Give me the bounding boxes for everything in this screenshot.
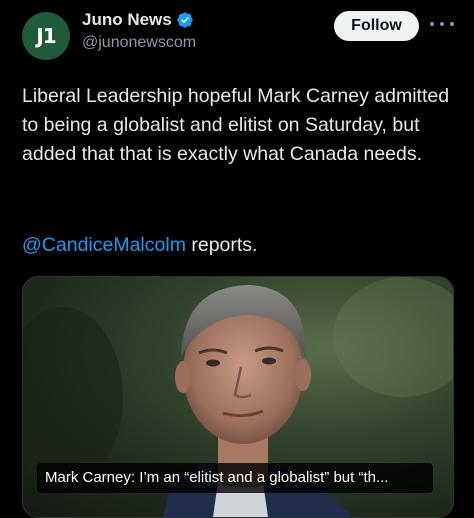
media-video[interactable]: Mark Carney: I’m an “elitist and a globa…	[22, 276, 454, 518]
video-caption: Mark Carney: I’m an “elitist and a globa…	[37, 463, 433, 493]
tweet-header: J1 Juno News @junonewscom Follow	[0, 0, 474, 70]
avatar-logo: J1	[36, 24, 56, 48]
verified-badge-icon	[177, 12, 193, 28]
more-options-icon[interactable]	[430, 14, 454, 34]
dot	[440, 22, 444, 26]
mention-suffix: reports.	[185, 234, 258, 256]
dot	[450, 22, 454, 26]
mention-line: @CandiceMalcolm reports.	[22, 231, 257, 260]
avatar[interactable]: J1	[22, 12, 70, 60]
display-name[interactable]: Juno News	[82, 10, 172, 30]
handle[interactable]: @junonewscom	[82, 34, 196, 52]
author-block[interactable]: Juno News @junonewscom	[82, 10, 196, 52]
follow-button[interactable]: Follow	[334, 11, 419, 41]
mention-link[interactable]: @CandiceMalcolm	[22, 234, 186, 256]
tweet-text: Liberal Leadership hopeful Mark Carney a…	[22, 85, 450, 165]
dot	[430, 22, 434, 26]
